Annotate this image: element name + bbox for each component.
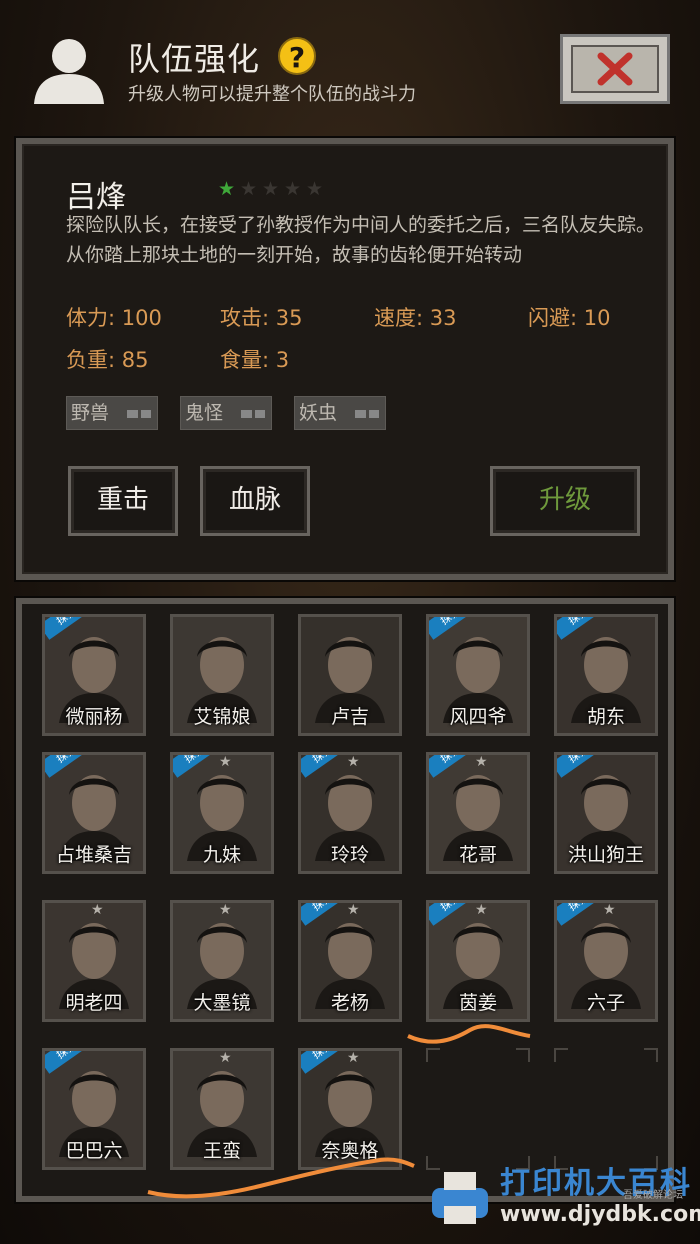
watermark: 打印机大百科 吾爱破解论坛 www.djydbk.com (428, 1158, 700, 1244)
printer-logo-icon (432, 1172, 488, 1224)
hand-drawn-underlines (147, 1024, 531, 1199)
watermark-url: www.djydbk.com (500, 1202, 700, 1227)
watermark-small: 吾爱破解论坛 (623, 1190, 683, 1201)
